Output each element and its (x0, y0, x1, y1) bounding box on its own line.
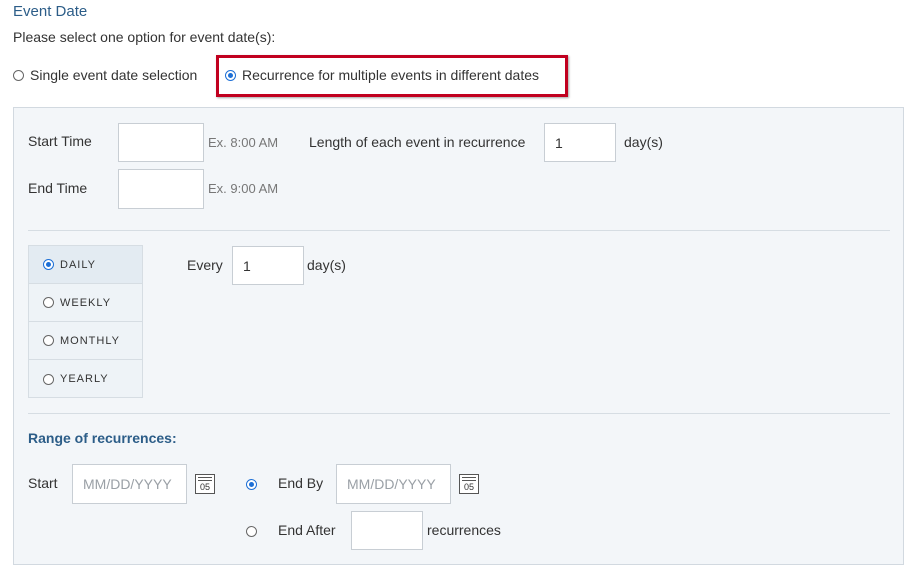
start-calendar-icon[interactable]: 05 (195, 474, 215, 494)
end-by-input[interactable] (336, 464, 451, 504)
end-after-radio[interactable] (246, 526, 257, 537)
section-title: Event Date (13, 3, 88, 20)
end-by-label: End By (278, 475, 324, 491)
frequency-weekly-label: WEEKLY (60, 296, 112, 309)
single-date-option[interactable]: Single event date selection (13, 67, 197, 83)
end-by-radio[interactable] (246, 479, 257, 490)
single-date-radio[interactable] (13, 69, 24, 81)
length-input[interactable] (544, 123, 616, 162)
frequency-daily-label: DAILY (60, 258, 96, 271)
end-time-hint: Ex. 9:00 AM (208, 181, 279, 196)
end-after-input[interactable] (351, 511, 423, 550)
end-by-calendar-icon[interactable]: 05 (459, 474, 479, 494)
start-time-input[interactable] (118, 123, 204, 162)
start-time-label: Start Time (28, 133, 92, 149)
range-start-label: Start (28, 475, 58, 491)
frequency-monthly-radio[interactable] (43, 335, 54, 346)
range-title: Range of recurrences: (28, 430, 177, 446)
frequency-yearly-radio[interactable] (43, 373, 54, 385)
divider-bottom (28, 413, 890, 414)
length-unit: day(s) (624, 134, 663, 150)
frequency-yearly[interactable]: YEARLY (29, 360, 142, 398)
divider-top (28, 230, 890, 231)
range-start-input[interactable] (72, 464, 187, 504)
recurrence-option[interactable]: Recurrence for multiple events in differ… (225, 67, 539, 83)
end-after-unit: recurrences (427, 522, 501, 538)
frequency-weekly-radio[interactable] (43, 297, 54, 308)
frequency-weekly[interactable]: WEEKLY (29, 284, 142, 322)
end-by-calendar-day: 05 (463, 482, 474, 492)
frequency-list: DAILY WEEKLY MONTHLY YEARLY (28, 245, 143, 398)
end-after-label: End After (278, 522, 336, 538)
every-unit: day(s) (307, 257, 346, 273)
start-calendar-day: 05 (199, 482, 210, 492)
frequency-yearly-label: YEARLY (60, 373, 109, 385)
every-label: Every (187, 257, 223, 273)
end-time-input[interactable] (118, 169, 204, 209)
frequency-monthly-label: MONTHLY (60, 334, 120, 347)
end-time-label: End Time (28, 180, 88, 196)
length-label: Length of each event in recurrence (309, 134, 526, 150)
recurrence-radio[interactable] (225, 69, 236, 81)
every-input[interactable] (232, 246, 304, 285)
single-date-label: Single event date selection (30, 67, 198, 83)
instruction-text: Please select one option for event date(… (13, 29, 276, 45)
frequency-daily[interactable]: DAILY (29, 246, 142, 284)
start-time-hint: Ex. 8:00 AM (208, 135, 279, 150)
frequency-daily-radio[interactable] (43, 259, 54, 270)
recurrence-label: Recurrence for multiple events in differ… (242, 67, 540, 83)
frequency-monthly[interactable]: MONTHLY (29, 322, 142, 360)
